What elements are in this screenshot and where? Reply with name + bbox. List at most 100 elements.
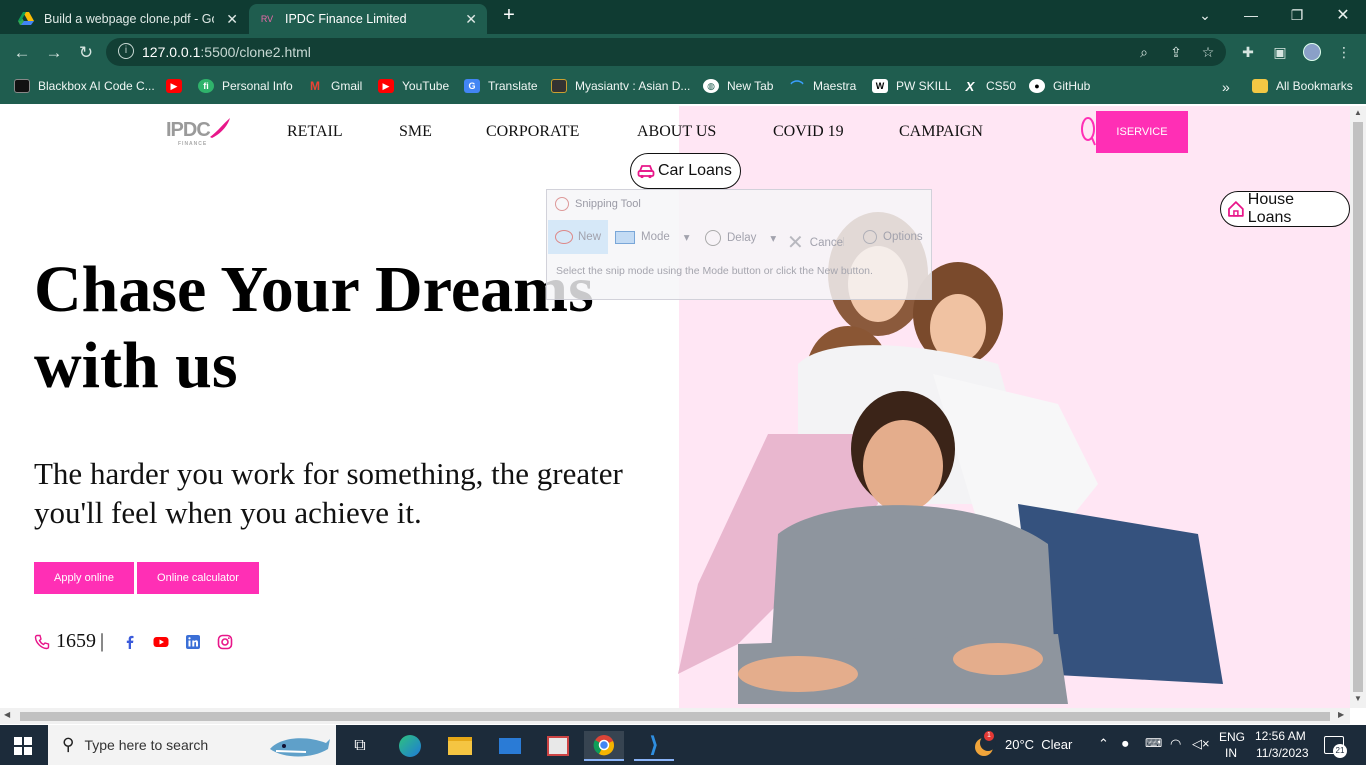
restore-button[interactable]: ❐ <box>1274 0 1320 30</box>
nav-corporate[interactable]: CORPORATE <box>486 123 579 141</box>
bookmark-maestra[interactable]: ⌒ Maestra <box>789 79 856 95</box>
bookmark-myasiantv[interactable]: Myasiantv : Asian D... <box>551 79 690 93</box>
task-view-icon[interactable]: ⧉ <box>340 731 380 761</box>
bookmark-youtube-short[interactable]: ▶ <box>166 79 190 93</box>
snip-options-button[interactable]: Options <box>863 230 923 244</box>
online-calculator-button[interactable]: Online calculator <box>137 562 259 594</box>
tab-title: IPDC Finance Limited <box>285 12 407 26</box>
bookmark-gmail[interactable]: M Gmail <box>307 79 362 93</box>
iservice-button[interactable]: ISERVICE <box>1096 111 1188 153</box>
bookmark-cs50[interactable]: X CS50 <box>962 79 1016 94</box>
tab-drive-pdf[interactable]: Build a webpage clone.pdf - Goo ✕ <box>8 4 248 34</box>
vertical-scrollbar[interactable]: ▲ ▼ <box>1350 106 1366 708</box>
bookmark-star-icon[interactable]: ☆ <box>1198 42 1218 62</box>
edge-icon[interactable] <box>390 731 430 761</box>
more-bookmarks-chevron-icon[interactable]: » <box>1222 79 1230 95</box>
close-tab-icon[interactable]: ✕ <box>226 11 238 28</box>
delay-dropdown-icon[interactable]: ▾ <box>770 231 776 245</box>
toolbar: ← → ↻ i 127.0.0.1:5500/clone2.html ⌕ ⇪ ☆… <box>0 34 1366 70</box>
vertical-scroll-thumb[interactable] <box>1353 122 1363 692</box>
bookmark-personal-info[interactable]: fi Personal Info <box>198 79 293 93</box>
car-icon <box>637 165 655 179</box>
scroll-right-icon[interactable]: ▶ <box>1338 710 1344 719</box>
snipping-tool-window[interactable]: Snipping Tool New Mode ▾ Delay ▾ ✕ Cancel O… <box>546 189 932 300</box>
back-icon[interactable]: ← <box>10 41 34 65</box>
bookmark-new-tab[interactable]: ◍ New Tab <box>703 79 773 93</box>
volume-icon[interactable]: ◁× <box>1192 736 1210 752</box>
horizontal-scrollbar[interactable]: ◀ ▶ <box>0 708 1350 724</box>
bookmarks-bar: Blackbox AI Code C... ▶ fi Personal Info … <box>0 70 1366 166</box>
snip-new-button[interactable]: New <box>555 230 601 244</box>
ipdc-logo[interactable]: IPDC FINANCE <box>166 118 230 147</box>
youtube-icon[interactable] <box>153 634 169 650</box>
bookmark-pw-skill[interactable]: W PW SKILL <box>872 79 951 93</box>
ipdc-favicon-icon: RV <box>260 14 274 24</box>
minimize-button[interactable]: — <box>1228 0 1274 30</box>
close-window-button[interactable]: ✕ <box>1320 0 1366 30</box>
all-bookmarks[interactable]: All Bookmarks <box>1252 79 1353 93</box>
site-info-icon[interactable]: i <box>118 43 134 59</box>
address-bar[interactable]: i 127.0.0.1:5500/clone2.html <box>106 38 1226 66</box>
pw-icon: W <box>872 79 888 93</box>
bookmark-github[interactable]: ● GitHub <box>1029 79 1090 93</box>
hotline-number[interactable]: 1659 <box>56 630 96 653</box>
house-loans-button[interactable]: House Loans <box>1220 191 1350 227</box>
mode-icon <box>615 230 635 244</box>
translate-icon: G <box>464 79 480 93</box>
side-panel-icon[interactable]: ▣ <box>1270 42 1290 62</box>
nav-campaign[interactable]: CAMPAIGN <box>899 123 983 141</box>
snip-mode-button[interactable]: Mode ▾ <box>615 230 690 244</box>
weather-moon-icon[interactable]: 1 <box>972 731 996 757</box>
taskbar-search-box[interactable]: ⚲ Type here to search <box>48 725 336 765</box>
car-loans-button[interactable]: Car Loans <box>630 153 741 189</box>
chrome-icon[interactable] <box>584 731 624 761</box>
store-icon[interactable] <box>538 731 578 761</box>
horizontal-scroll-thumb[interactable] <box>20 712 1330 721</box>
bookmark-translate[interactable]: G Translate <box>464 79 538 93</box>
menu-kebab-icon[interactable]: ⋮ <box>1334 42 1354 62</box>
meet-now-icon[interactable]: ⏺ <box>1122 736 1129 752</box>
nav-covid-19[interactable]: COVID 19 <box>773 123 844 141</box>
phone-icon <box>34 634 50 649</box>
vscode-icon[interactable]: ⟩ <box>634 731 674 761</box>
nav-retail[interactable]: RETAIL <box>287 123 343 141</box>
clock-time[interactable]: 12:56 AM <box>1255 729 1306 743</box>
weather-text[interactable]: 20°C Clear <box>1005 737 1072 752</box>
apply-online-button[interactable]: Apply online <box>34 562 134 594</box>
facebook-icon[interactable] <box>122 634 138 650</box>
forward-icon[interactable]: → <box>42 41 66 65</box>
windows-start-icon[interactable] <box>14 737 32 755</box>
notifications-icon[interactable]: 21 <box>1324 736 1347 758</box>
instagram-icon[interactable] <box>217 634 233 650</box>
tab-ipdc[interactable]: RV IPDC Finance Limited ✕ <box>249 4 487 34</box>
tab-search-chevron-icon[interactable]: ⌄ <box>1182 0 1228 30</box>
extensions-icon[interactable]: ✚ <box>1238 42 1258 62</box>
clock-date[interactable]: 11/3/2023 <box>1256 746 1309 760</box>
hotline-separator: | <box>100 630 105 652</box>
tray-chevron-up-icon[interactable]: ⌃ <box>1098 736 1109 752</box>
mode-dropdown-icon[interactable]: ▾ <box>684 230 690 244</box>
new-tab-button[interactable]: + <box>498 4 520 26</box>
mail-icon[interactable] <box>490 731 530 761</box>
language-bottom[interactable]: IN <box>1225 746 1237 760</box>
scroll-up-icon[interactable]: ▲ <box>1354 108 1362 117</box>
scroll-down-icon[interactable]: ▼ <box>1354 694 1362 703</box>
reload-icon[interactable]: ↻ <box>74 41 98 65</box>
snip-delay-button[interactable]: Delay ▾ <box>705 230 776 246</box>
file-explorer-icon[interactable] <box>440 731 480 761</box>
scroll-left-icon[interactable]: ◀ <box>4 710 10 719</box>
nav-about-us[interactable]: ABOUT US <box>637 123 716 141</box>
close-tab-icon[interactable]: ✕ <box>465 11 477 28</box>
snip-cancel-button[interactable]: ✕ Cancel <box>787 230 844 255</box>
bookmark-blackbox[interactable]: Blackbox AI Code C... <box>14 79 155 93</box>
ime-icon[interactable]: ⌨ <box>1145 736 1162 750</box>
bookmark-youtube[interactable]: ▶ YouTube <box>378 79 449 93</box>
nav-sme[interactable]: SME <box>399 123 432 141</box>
language-top[interactable]: ENG <box>1219 730 1245 744</box>
wifi-icon[interactable]: ◠ <box>1170 736 1181 752</box>
linkedin-icon[interactable] <box>185 634 201 650</box>
zoom-icon[interactable]: ⌕ <box>1134 42 1154 62</box>
search-icon[interactable] <box>1080 116 1096 146</box>
share-icon[interactable]: ⇪ <box>1166 42 1186 62</box>
profile-avatar[interactable] <box>1302 42 1322 62</box>
